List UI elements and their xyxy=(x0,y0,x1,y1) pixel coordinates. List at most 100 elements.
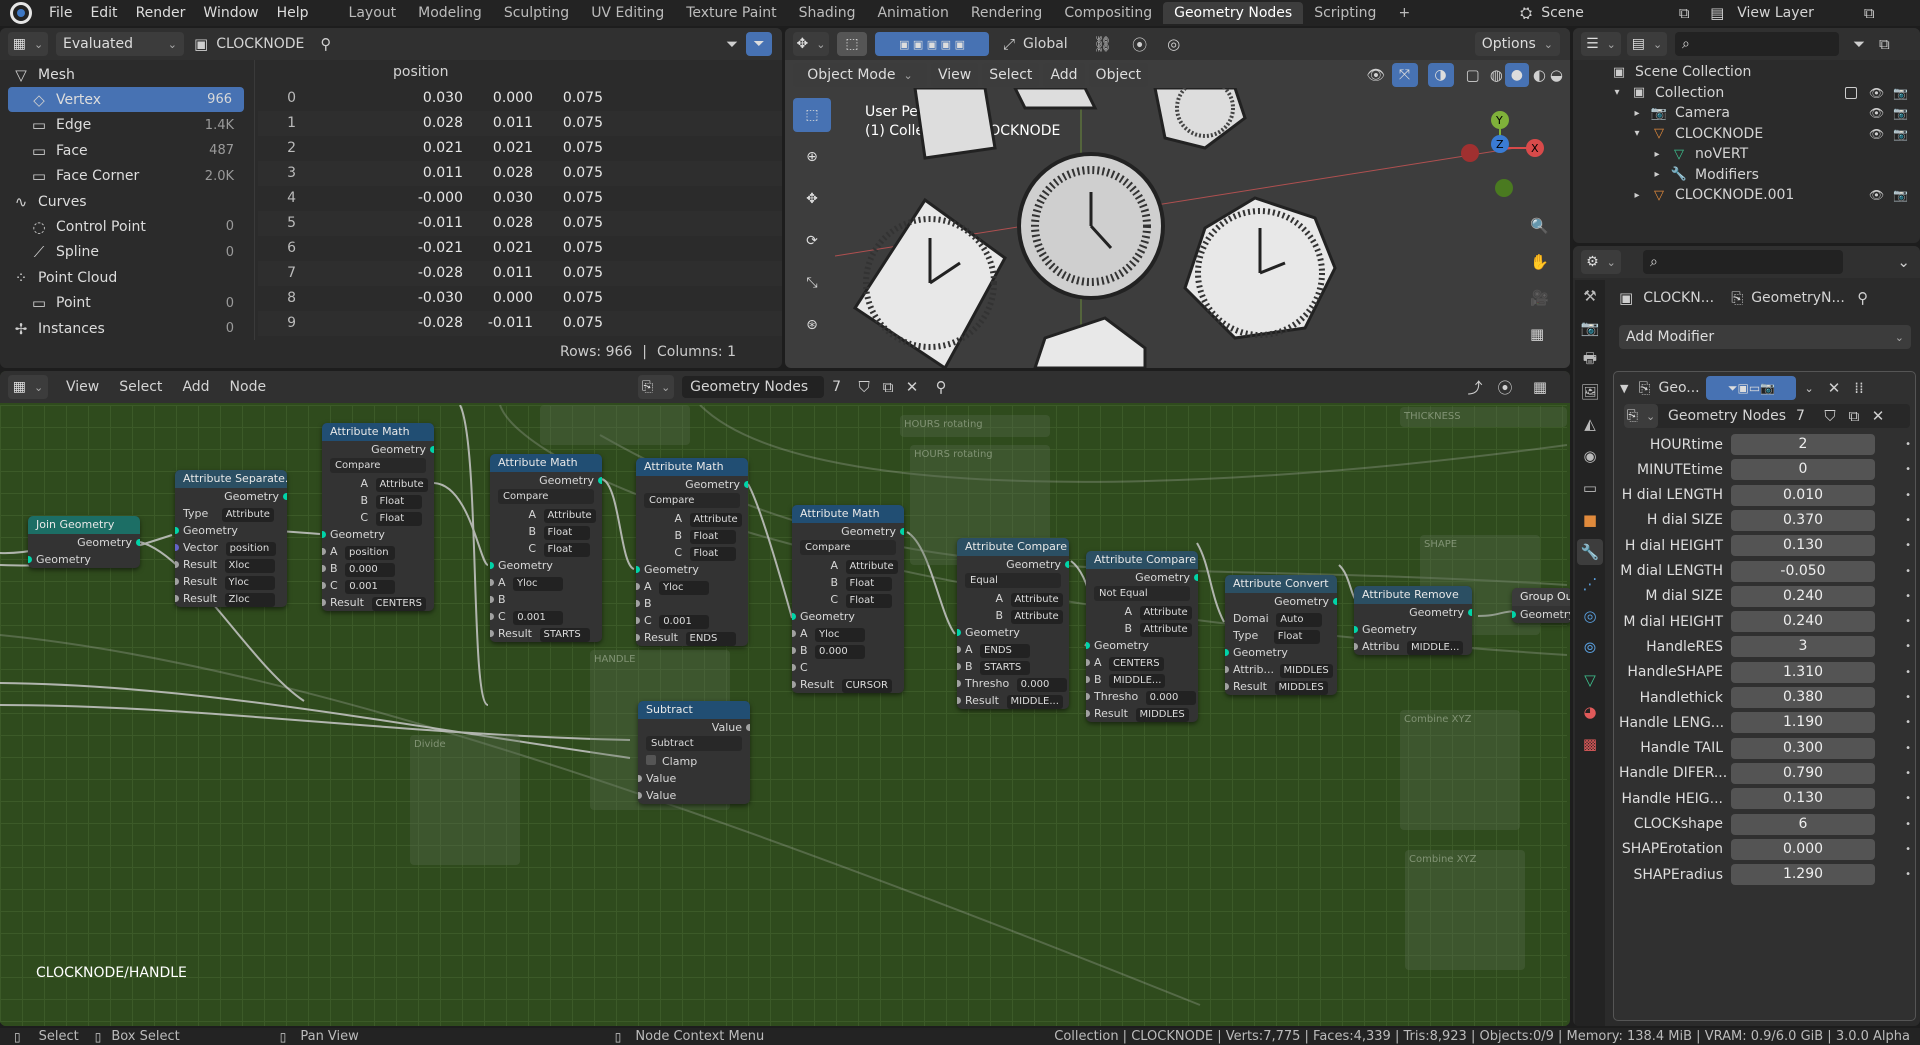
output-socket[interactable] xyxy=(598,477,602,484)
menu-help[interactable]: Help xyxy=(268,5,318,21)
keyframe-dot-icon[interactable]: • xyxy=(1905,743,1911,754)
input-value-field[interactable]: 2 xyxy=(1731,434,1875,455)
input-socket[interactable] xyxy=(322,582,326,589)
input-type-dropdown[interactable]: Float xyxy=(689,530,736,544)
domain-item[interactable]: ⟋ Spline 0 xyxy=(0,240,246,265)
node-attribute-math[interactable]: Attribute Math Geometry Compare A Attribute… xyxy=(792,505,904,693)
input-socket[interactable] xyxy=(636,617,640,624)
outliner-item[interactable]: ▸ 🔧 Modifiers xyxy=(1573,165,1920,185)
domain-item[interactable]: ◌ Control Point 0 xyxy=(0,214,246,239)
socket-value-field[interactable]: STARTS xyxy=(539,628,590,642)
input-socket[interactable] xyxy=(957,629,961,636)
visibility-eye-icon[interactable]: 👁 xyxy=(1869,86,1884,100)
socket-value-field[interactable]: Yloc xyxy=(513,577,564,591)
socket-value-field[interactable]: MIDDLE... xyxy=(1109,674,1166,688)
expand-arrow-icon[interactable]: ▸ xyxy=(1651,169,1663,180)
viewport-menu-object[interactable]: Object xyxy=(1088,63,1149,87)
keyframe-dot-icon[interactable]: • xyxy=(1905,540,1911,551)
data-tab-icon[interactable]: ▽ xyxy=(1577,667,1603,693)
render-shading-icon[interactable]: ◒ xyxy=(1550,66,1563,84)
node-tree-fake-user-icon[interactable]: ⛉ xyxy=(852,378,876,396)
result-field[interactable]: Yloc xyxy=(224,576,275,590)
input-socket[interactable] xyxy=(792,647,796,654)
object-mode-select[interactable]: Object Mode xyxy=(793,63,927,87)
node-attribute-math[interactable]: Attribute Math Geometry Compare A Attribute… xyxy=(490,454,602,642)
socket-value-field[interactable]: position xyxy=(345,546,396,560)
socket-value-field[interactable]: CENTERS xyxy=(1109,657,1164,671)
viewport-menu-select[interactable]: Select xyxy=(982,63,1040,87)
domain-item[interactable]: ▭ Face 487 xyxy=(0,138,246,163)
input-socket[interactable] xyxy=(636,566,640,573)
node-menu-add[interactable]: Add xyxy=(182,379,209,395)
attribute-field[interactable]: MIDDLES xyxy=(1279,664,1333,678)
input-socket[interactable] xyxy=(490,613,494,620)
socket-value-field[interactable]: 0.001 xyxy=(513,611,564,625)
socket-value-field[interactable]: MIDDLES xyxy=(1135,708,1189,722)
input-value-field[interactable]: 6 xyxy=(1731,813,1875,835)
scene-icon[interactable]: ⛭ xyxy=(1511,4,1541,22)
physics-tab-icon[interactable]: ◎ xyxy=(1577,603,1603,629)
input-socket[interactable] xyxy=(490,630,494,637)
modifier-toggles[interactable]: ⏷▣▭📷 xyxy=(1706,376,1797,400)
input-socket[interactable] xyxy=(957,646,961,653)
input-socket[interactable] xyxy=(322,565,326,572)
input-socket[interactable] xyxy=(175,595,179,602)
menu-render[interactable]: Render xyxy=(127,5,195,21)
expand-arrow-icon[interactable]: ▾ xyxy=(1631,128,1643,139)
output-socket[interactable] xyxy=(1065,561,1069,568)
input-value-field[interactable]: 0.130 xyxy=(1731,788,1875,810)
expand-arrow-icon[interactable]: ▸ xyxy=(1631,190,1643,201)
clamp-checkbox[interactable] xyxy=(646,755,656,765)
node-join-geometry[interactable]: Join Geometry Geometry Geometry xyxy=(28,516,140,568)
result-field[interactable]: MIDDLES xyxy=(1274,681,1328,695)
node-attribute-compare[interactable]: Attribute Compare Geometry Not Equal A Attr… xyxy=(1086,551,1198,722)
input-socket[interactable] xyxy=(175,561,179,568)
domain-item[interactable]: ▽ Mesh xyxy=(0,62,246,87)
tab-sculpting[interactable]: Sculpting xyxy=(493,2,580,24)
input-value-field[interactable]: 0.370 xyxy=(1731,509,1875,531)
input-value-field[interactable]: 0.240 xyxy=(1731,585,1875,607)
clock-object[interactable] xyxy=(1183,196,1337,340)
socket-value-field[interactable]: CENTERS xyxy=(371,597,427,611)
input-socket[interactable] xyxy=(792,681,796,688)
node-canvas[interactable]: HOURS rotating HOURS rotating HANDLE Div… xyxy=(0,405,1570,1026)
tab-compositing[interactable]: Compositing xyxy=(1053,2,1163,24)
operation-dropdown[interactable]: Subtract xyxy=(646,736,742,751)
collection-tab-icon[interactable]: ▭ xyxy=(1577,475,1603,501)
evaluation-mode-select[interactable]: Evaluated xyxy=(56,32,184,56)
result-field[interactable]: Xloc xyxy=(224,559,275,573)
node-attribute-math[interactable]: Attribute Math Geometry Compare A Attribute… xyxy=(636,458,748,646)
input-type-dropdown[interactable]: Attribute xyxy=(375,478,428,492)
node-tree-users[interactable]: 7 xyxy=(832,379,852,395)
input-socket[interactable] xyxy=(1354,643,1358,650)
outliner-editor-type-icon[interactable]: ☰ xyxy=(1581,32,1621,56)
select-tool-button[interactable]: ⬚ xyxy=(837,32,867,56)
domain-item[interactable]: ∿ Curves xyxy=(0,189,246,214)
tab-modeling[interactable]: Modeling xyxy=(407,2,493,24)
input-socket[interactable] xyxy=(1225,666,1229,673)
properties-editor-type-icon[interactable]: ⚙ xyxy=(1581,250,1621,274)
input-socket[interactable] xyxy=(175,527,179,534)
zoom-icon[interactable]: 🔍 xyxy=(1530,208,1549,244)
input-type-dropdown[interactable]: Attribute xyxy=(1139,606,1192,620)
input-value-field[interactable]: -0.050 xyxy=(1731,560,1875,582)
keyframe-dot-icon[interactable]: • xyxy=(1905,717,1911,728)
overlay-toggle-icon[interactable]: ◑ xyxy=(1427,63,1454,87)
transform-orientation[interactable]: Global xyxy=(1023,36,1069,52)
pin-icon[interactable]: ⚲ xyxy=(320,35,331,53)
select-box-tool-icon[interactable]: ⬚ xyxy=(793,98,831,132)
remove-modifier-icon[interactable]: ✕ xyxy=(1828,379,1841,397)
input-type-dropdown[interactable]: Attribute xyxy=(1010,593,1063,607)
clock-object[interactable] xyxy=(913,88,997,160)
expand-arrow-icon[interactable]: ▾ xyxy=(1611,87,1623,98)
input-socket[interactable] xyxy=(175,544,179,551)
input-value-field[interactable]: 3 xyxy=(1731,636,1875,658)
node-snap-icon[interactable]: ⦿ xyxy=(1490,377,1520,398)
output-socket[interactable] xyxy=(744,481,748,488)
render-camera-icon[interactable]: 📷 xyxy=(1893,86,1908,100)
input-socket[interactable] xyxy=(957,680,961,687)
add-modifier-button[interactable]: Add Modifier xyxy=(1619,325,1911,349)
operation-dropdown[interactable]: Compare xyxy=(644,493,740,508)
menu-edit[interactable]: Edit xyxy=(81,5,126,21)
scene-tab-icon[interactable]: ◭ xyxy=(1577,411,1603,437)
